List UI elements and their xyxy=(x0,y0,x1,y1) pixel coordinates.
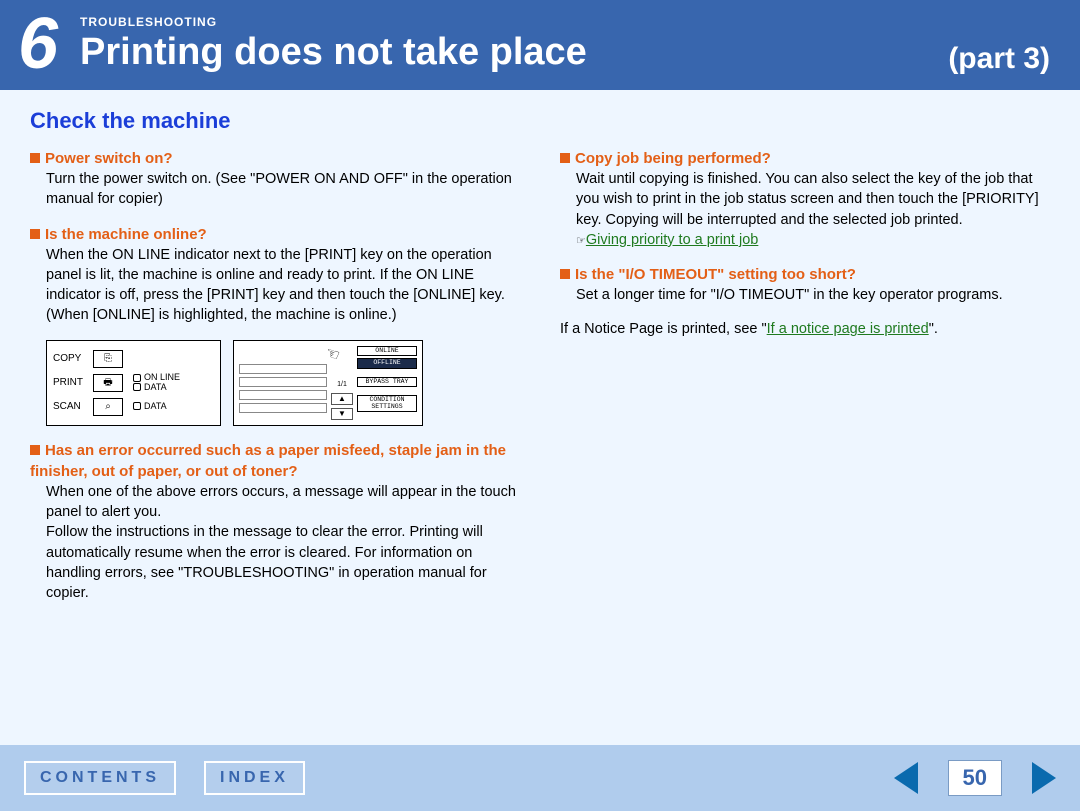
panel-btn-bypass: BYPASS TRAY xyxy=(357,377,417,388)
item-body: When the ON LINE indicator next to the [… xyxy=(30,245,520,326)
panel-line xyxy=(239,364,327,374)
operation-panel-diagram: COPY ⎘ PRINT 🖶 ON LINE DATA SCAN ⌕ xyxy=(46,340,520,426)
up-arrow-icon: ▲ xyxy=(331,393,353,405)
item-body: Turn the power switch on. (See "POWER ON… xyxy=(30,169,520,210)
item-head: Is the "I/O TIMEOUT" setting too short? xyxy=(560,264,1050,285)
panel-btn-online: ONLINE xyxy=(357,346,417,357)
square-bullet-icon xyxy=(30,153,40,163)
right-column: Copy job being performed? Wait until cop… xyxy=(560,148,1050,618)
priority-link[interactable]: Giving priority to a print job xyxy=(586,232,758,248)
contents-button[interactable]: CONTENTS xyxy=(24,761,176,795)
panel-line xyxy=(239,377,327,387)
led-data2-label: DATA xyxy=(144,401,167,411)
notice-line: If a Notice Page is printed, see "If a n… xyxy=(560,319,1050,339)
item-head: Power switch on? xyxy=(30,148,520,169)
item-copyjob: Copy job being performed? Wait until cop… xyxy=(560,148,1050,250)
columns: Power switch on? Turn the power switch o… xyxy=(30,148,1050,618)
led-icon xyxy=(133,374,141,382)
led-data1-label: DATA xyxy=(144,382,167,392)
panel-row-print: PRINT 🖶 ON LINE DATA xyxy=(53,371,214,395)
footer: CONTENTS INDEX 50 xyxy=(0,745,1080,811)
notice-suffix: ". xyxy=(929,321,938,337)
item-body: Wait until copying is finished. You can … xyxy=(560,169,1050,250)
panel-btn-condition: CONDITION SETTINGS xyxy=(357,395,417,412)
panel-buttons: ONLINE OFFLINE BYPASS TRAY CONDITION SET… xyxy=(357,346,417,420)
square-bullet-icon xyxy=(30,229,40,239)
led-icon xyxy=(133,383,141,391)
panel-copy-label: COPY xyxy=(53,352,93,366)
panel-lines xyxy=(239,346,327,420)
led-online-label: ON LINE xyxy=(144,372,180,382)
page-title: Printing does not take place xyxy=(80,31,948,74)
index-button[interactable]: INDEX xyxy=(204,761,305,795)
item-head-text: Is the machine online? xyxy=(45,226,207,243)
content-area: Check the machine Power switch on? Turn … xyxy=(0,90,1080,745)
square-bullet-icon xyxy=(560,153,570,163)
item-body: Set a longer time for "I/O TIMEOUT" in t… xyxy=(560,285,1050,305)
item-body-text: Wait until copying is finished. You can … xyxy=(576,171,1039,228)
item-online: Is the machine online? When the ON LINE … xyxy=(30,224,520,326)
panel-page-indicator: 1/1 xyxy=(331,380,353,390)
item-iotimeout: Is the "I/O TIMEOUT" setting too short? … xyxy=(560,264,1050,305)
panel-print-label: PRINT xyxy=(53,376,93,390)
copy-icon: ⎘ xyxy=(93,350,123,368)
page-header: 6 TROUBLESHOOTING Printing does not take… xyxy=(0,0,1080,90)
panel-right: ☜ 1/1 ▲ ▼ ONLINE OFFLINE BYPASS TRAY CON… xyxy=(233,340,423,426)
panel-line xyxy=(239,390,327,400)
pointing-hand-icon: ☞ xyxy=(576,235,586,247)
item-head-text: Is the "I/O TIMEOUT" setting too short? xyxy=(575,266,856,283)
page-number: 50 xyxy=(948,760,1002,796)
panel-row-copy: COPY ⎘ xyxy=(53,347,214,371)
notice-link[interactable]: If a notice page is printed xyxy=(767,321,929,337)
led-group-print: ON LINE DATA xyxy=(133,373,180,393)
item-head: Is the machine online? xyxy=(30,224,520,245)
item-body: When one of the above errors occurs, a m… xyxy=(30,482,520,604)
panel-row-scan: SCAN ⌕ DATA xyxy=(53,395,214,419)
notice-prefix: If a Notice Page is printed, see " xyxy=(560,321,767,337)
prev-page-button[interactable] xyxy=(894,762,918,794)
category-label: TROUBLESHOOTING xyxy=(80,15,948,29)
item-head-text: Power switch on? xyxy=(45,150,173,167)
section-title: Check the machine xyxy=(30,108,1050,134)
item-error: Has an error occurred such as a paper mi… xyxy=(30,440,520,604)
part-label: (part 3) xyxy=(948,42,1050,80)
print-icon: 🖶 xyxy=(93,374,123,392)
panel-mid: ☜ 1/1 ▲ ▼ xyxy=(331,346,353,420)
square-bullet-icon xyxy=(560,269,570,279)
left-column: Power switch on? Turn the power switch o… xyxy=(30,148,520,618)
led-group-scan: DATA xyxy=(133,402,167,412)
panel-scan-label: SCAN xyxy=(53,400,93,414)
panel-btn-offline: OFFLINE xyxy=(357,358,417,369)
panel-line xyxy=(239,403,327,413)
square-bullet-icon xyxy=(30,445,40,455)
item-head: Has an error occurred such as a paper mi… xyxy=(30,440,520,482)
item-head-text: Copy job being performed? xyxy=(575,150,771,167)
chapter-number: 6 xyxy=(0,8,76,80)
led-icon xyxy=(133,402,141,410)
down-arrow-icon: ▼ xyxy=(331,408,353,420)
panel-left: COPY ⎘ PRINT 🖶 ON LINE DATA SCAN ⌕ xyxy=(46,340,221,426)
scan-icon: ⌕ xyxy=(93,398,123,416)
next-page-button[interactable] xyxy=(1032,762,1056,794)
item-power: Power switch on? Turn the power switch o… xyxy=(30,148,520,210)
header-text: TROUBLESHOOTING Printing does not take p… xyxy=(76,15,948,74)
item-head: Copy job being performed? xyxy=(560,148,1050,169)
item-head-text: Has an error occurred such as a paper mi… xyxy=(30,442,506,480)
